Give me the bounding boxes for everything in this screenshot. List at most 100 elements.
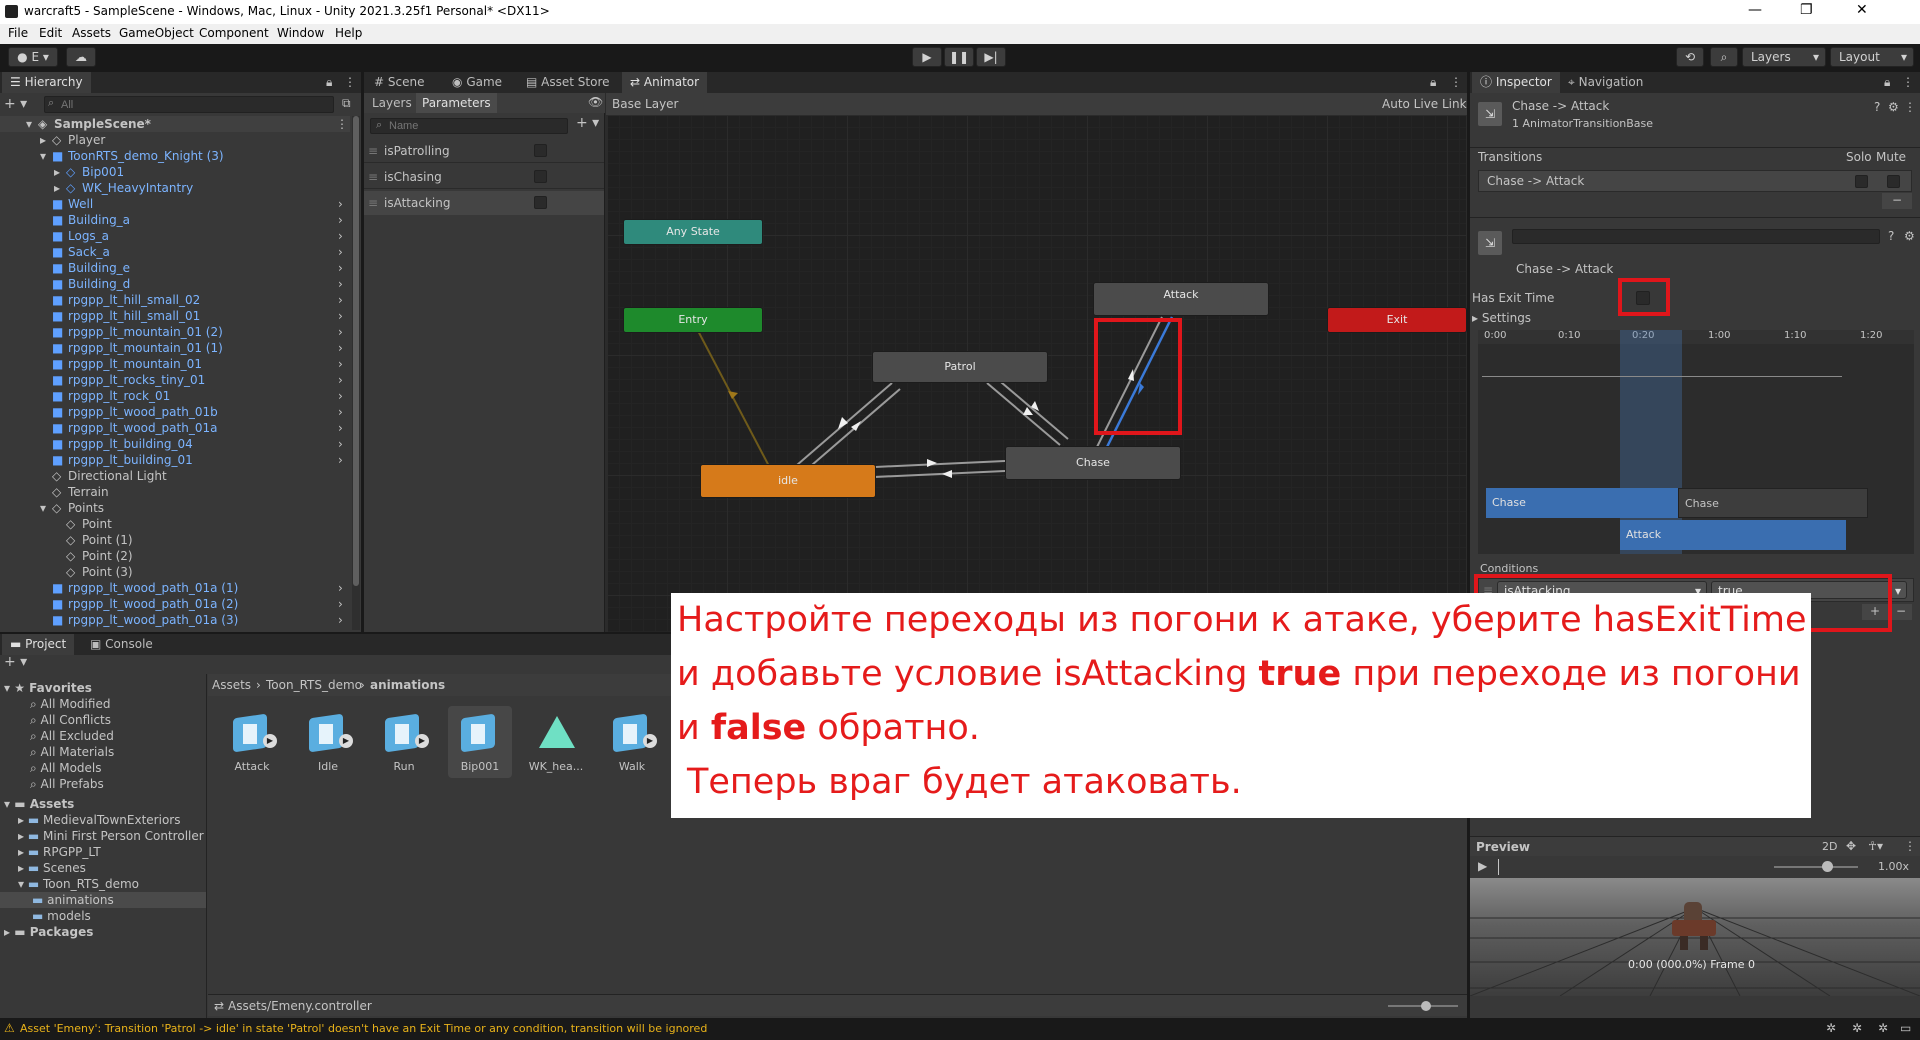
hierarchy-item[interactable]: ■ rpgpp_lt_mountain_01 › [0, 356, 350, 372]
layout-dropdown[interactable]: Layout ▾ [1830, 47, 1914, 67]
preview-speed-slider[interactable] [1774, 866, 1858, 868]
open-prefab-icon[interactable]: › [338, 388, 343, 404]
favorite-item[interactable]: ⌕ All Conflicts [30, 712, 111, 728]
folder-item[interactable]: ▸ ▬ MedievalTownExteriors [0, 812, 206, 828]
hierarchy-item[interactable]: ■ Sack_a › [0, 244, 350, 260]
favorite-item[interactable]: ⌕ All Materials [30, 744, 114, 760]
open-prefab-icon[interactable]: › [338, 580, 343, 596]
more-options-icon[interactable]: ⋮ [1450, 75, 1462, 89]
foldout-icon[interactable]: ▸ [18, 861, 28, 875]
animator-graph[interactable]: Any State Entry Exit Patrol idle Chase A… [607, 115, 1467, 632]
assets-header[interactable]: ▾ ▬ Assets [4, 796, 74, 812]
transition-chase-patrol[interactable] [994, 376, 1069, 440]
transition-name-input[interactable] [1512, 229, 1880, 244]
menu-edit[interactable]: Edit [39, 26, 62, 40]
folder-item[interactable]: ▸ ▬ RPGPP_LT [0, 844, 206, 860]
mute-checkbox[interactable] [1887, 175, 1900, 188]
open-prefab-icon[interactable]: › [338, 276, 343, 292]
asset-item[interactable]: Bip001 [448, 706, 512, 778]
asset-item[interactable]: WK_hea... [524, 706, 588, 778]
hierarchy-item[interactable]: ◇ Terrain [0, 484, 350, 500]
menu-help[interactable]: Help [335, 26, 362, 40]
layers-dropdown[interactable]: Layers ▾ [1742, 47, 1826, 67]
more-options-icon[interactable]: ⋮ [336, 116, 348, 132]
hierarchy-item[interactable]: ■ Building_e › [0, 260, 350, 276]
parameter-checkbox[interactable] [534, 170, 547, 183]
hierarchy-item[interactable]: ■ Well › [0, 196, 350, 212]
open-prefab-icon[interactable]: › [338, 228, 343, 244]
open-prefab-icon[interactable]: › [338, 420, 343, 436]
hierarchy-scrollbar[interactable] [352, 116, 360, 630]
breadcrumb-assets[interactable]: Assets [212, 678, 251, 692]
folder-item[interactable]: ▸ ▬ Mini First Person Controller [0, 828, 206, 844]
favorite-item[interactable]: ⌕ All Excluded [30, 728, 114, 744]
add-parameter-button[interactable]: + ▾ [576, 115, 599, 131]
create-asset-button[interactable]: + ▾ [4, 654, 27, 670]
settings-foldout[interactable]: ▸ Settings [1472, 311, 1531, 325]
auto-live-link-button[interactable]: Auto Live Link [1382, 97, 1467, 111]
settings-icon[interactable]: ⚙ [1888, 100, 1899, 114]
hierarchy-item[interactable]: ■ rpgpp_lt_rocks_tiny_01 › [0, 372, 350, 388]
foldout-icon[interactable]: ▸ [18, 829, 28, 843]
solo-checkbox[interactable] [1855, 175, 1868, 188]
lock-icon[interactable]: 🔒︎ [1430, 75, 1436, 90]
preview-viewport[interactable]: 0:00 (000.0%) Frame 0 [1470, 878, 1920, 996]
hierarchy-item[interactable]: ▸ ◇ Player [0, 132, 350, 148]
clip-attack[interactable]: Attack [1620, 520, 1846, 550]
remove-condition-button[interactable]: − [1890, 604, 1912, 620]
asset-item[interactable]: ▶ Run [372, 706, 436, 778]
status-message[interactable]: Asset 'Emeny': Transition 'Patrol -> idl… [20, 1022, 707, 1035]
open-prefab-icon[interactable]: › [338, 612, 343, 628]
pivot-icon[interactable]: ✥ [1846, 839, 1856, 853]
hierarchy-item[interactable]: ■ rpgpp_lt_wood_path_01a (2) › [0, 596, 350, 612]
state-attack[interactable]: Attack [1093, 282, 1269, 316]
tab-scene[interactable]: # Scene [366, 72, 432, 93]
hierarchy-search-input[interactable] [44, 96, 334, 113]
foldout-icon[interactable]: ▸ [54, 164, 60, 180]
clip-chase-source[interactable]: Chase [1486, 488, 1678, 518]
open-prefab-icon[interactable]: › [338, 308, 343, 324]
menu-gameobject[interactable]: GameObject [119, 26, 194, 40]
foldout-icon[interactable]: ▸ [54, 180, 60, 196]
folder-item[interactable]: ▬ animations [0, 892, 206, 908]
drag-handle-icon[interactable]: ≡ [368, 170, 378, 184]
lock-icon[interactable]: 🔒︎ [1884, 75, 1890, 90]
menu-component[interactable]: Component [199, 26, 269, 40]
parameter-search-input[interactable] [370, 118, 568, 134]
tab-game[interactable]: ◉ Game [444, 72, 510, 93]
more-options-icon[interactable]: ⋮ [344, 75, 356, 89]
open-prefab-icon[interactable]: › [338, 324, 343, 340]
hierarchy-item[interactable]: ▾ ◇ Points [0, 500, 350, 516]
state-idle[interactable]: idle [700, 464, 876, 498]
transition-timeline[interactable]: 0:00 0:10 0:20 1:00 1:10 1:20 Chase Chas… [1478, 330, 1914, 554]
drag-handle-icon[interactable]: ≡ [368, 144, 378, 158]
menu-window[interactable]: Window [277, 26, 324, 40]
asset-item[interactable]: ▶ Attack [220, 706, 284, 778]
hierarchy-item[interactable]: ▾ ■ ToonRTS_demo_Knight (3) [0, 148, 350, 164]
bug-icon[interactable]: ✲ [1852, 1021, 1862, 1035]
state-patrol[interactable]: Patrol [872, 351, 1048, 383]
foldout-icon[interactable]: ▾ [40, 500, 46, 516]
preview-2d-button[interactable]: 2D [1822, 840, 1837, 853]
open-prefab-icon[interactable]: › [338, 244, 343, 260]
breadcrumb-base-layer[interactable]: Base Layer [612, 97, 679, 111]
history-button[interactable]: ⟲ [1676, 47, 1704, 67]
hierarchy-item[interactable]: ▸ ◇ WK_HeavyIntantry [0, 180, 350, 196]
progress-icon[interactable]: ✲ [1878, 1021, 1888, 1035]
foldout-icon[interactable]: ▸ [18, 813, 28, 827]
menu-file[interactable]: File [8, 26, 28, 40]
transition-chase-idle[interactable] [874, 470, 1006, 478]
pause-button[interactable]: ❚❚ [944, 47, 974, 67]
breadcrumb-toon-rts-demo[interactable]: Toon_RTS_demo [266, 678, 362, 692]
parameter-row[interactable]: ≡ isAttacking [364, 191, 604, 215]
cloud-button[interactable]: ☁ [66, 47, 96, 67]
foldout-icon[interactable]: ▾ [26, 116, 32, 132]
folder-item[interactable]: ▬ models [0, 908, 206, 924]
hierarchy-item[interactable]: ◇ Point [0, 516, 350, 532]
clip-chase-next[interactable]: Chase [1678, 488, 1868, 518]
hierarchy-item[interactable]: ■ rpgpp_lt_wood_path_01a › [0, 420, 350, 436]
favorite-item[interactable]: ⌕ All Modified [30, 696, 110, 712]
favorites-header[interactable]: ▾ ★ Favorites [4, 680, 92, 696]
step-button[interactable]: ▶| [976, 47, 1006, 67]
folder-item[interactable]: ▸ ▬ Scenes [0, 860, 206, 876]
